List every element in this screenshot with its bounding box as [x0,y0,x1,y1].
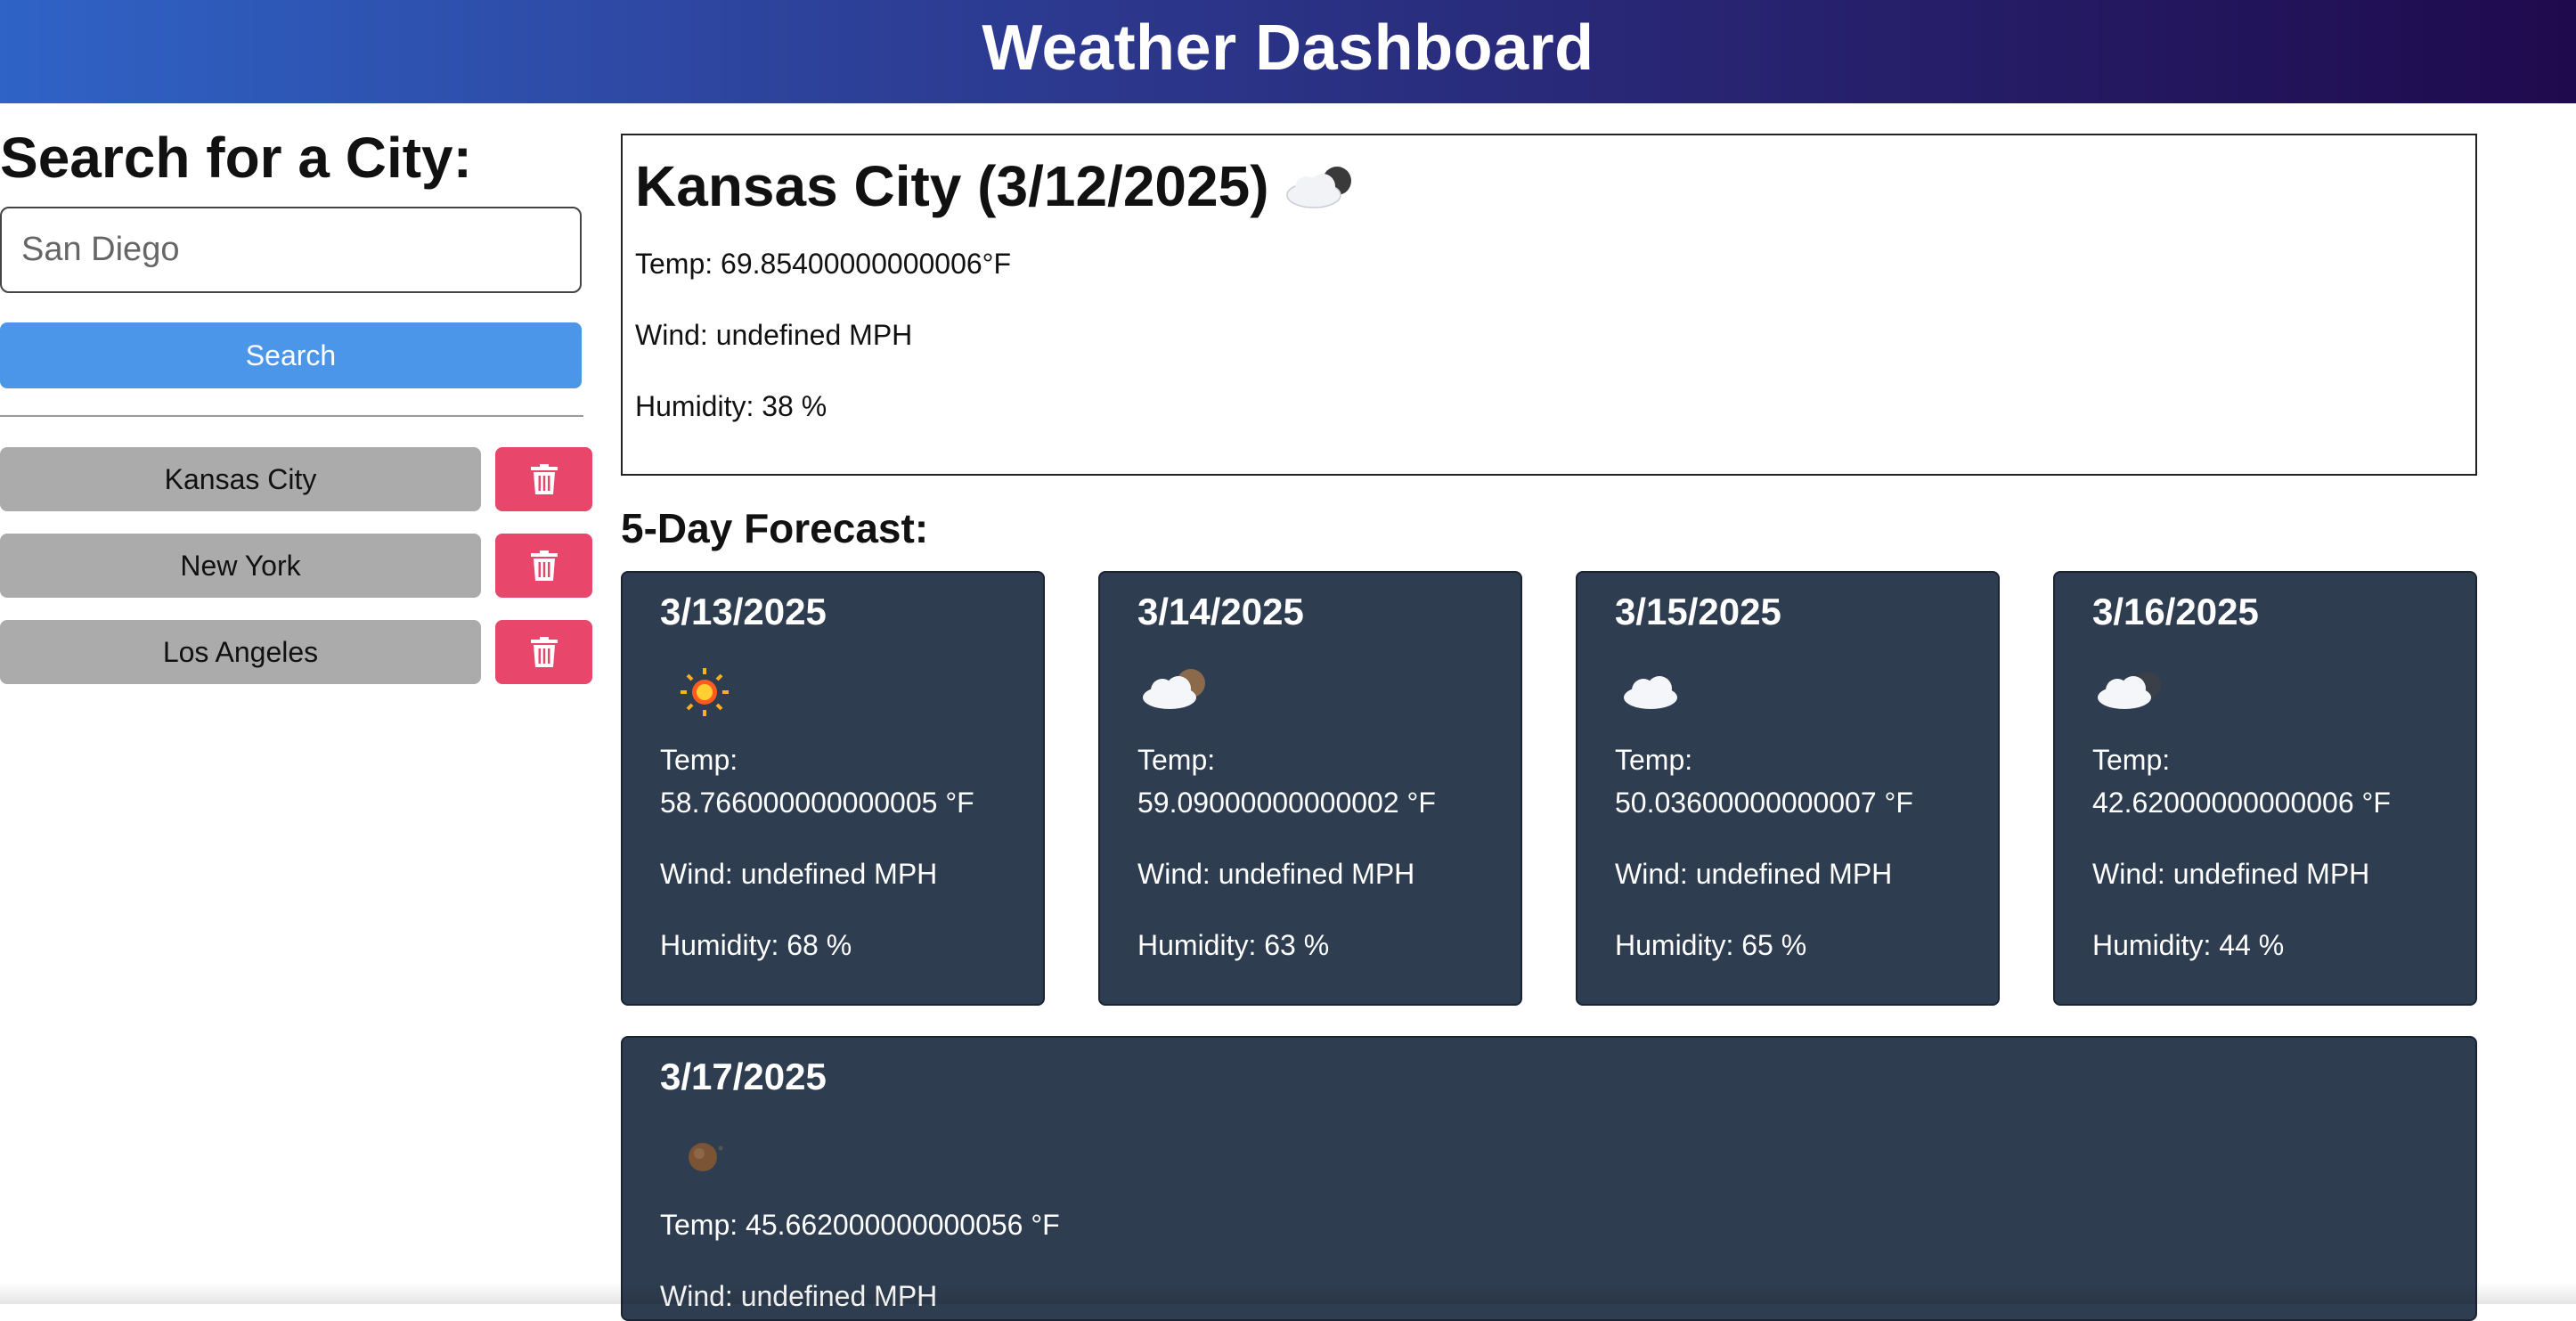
forecast-date: 3/17/2025 [660,1056,827,1097]
bottom-shadow [0,1283,2576,1304]
cloud-moon-icon [1285,167,1351,208]
divider [0,415,583,417]
forecast-humidity: Humidity: 68 % [660,929,852,961]
forecast-wind: Wind: undefined MPH [1137,858,1415,890]
trash-icon [530,637,558,667]
forecast-humidity: Humidity: 63 % [1137,929,1330,961]
forecast-temp-value: 50.03600000000007 °F [1615,787,1913,819]
forecast-date: 3/14/2025 [1137,591,1304,632]
current-weather-heading: Kansas City (3/12/2025) [635,153,1362,219]
current-weather-panel: Kansas City (3/12/2025) Temp: 69.8540000… [621,134,2477,476]
forecast-card: 3/16/2025 Temp: 42.62000000000006 °F Win… [2053,571,2477,1006]
forecast-humidity: Humidity: 44 % [2092,929,2285,961]
forecast-card: 3/17/2025 Temp: 45.662000000000056 °F Wi… [621,1036,2477,1321]
sun-icon [681,668,729,716]
search-heading: Search for a City: [0,126,472,190]
forecast-temp-value: 58.766000000000005 °F [660,787,974,819]
forecast-wind: Wind: undefined MPH [2092,858,2370,890]
current-temp: Temp: 69.85400000000006°F [635,248,1012,280]
cloud-moon-icon [1143,669,1205,709]
history-item-new-york[interactable]: New York [0,534,481,598]
current-humidity: Humidity: 38 % [635,390,827,422]
forecast-humidity: Humidity: 65 % [1615,929,1807,961]
forecast-temp-label: Temp: [1615,744,1693,776]
search-button[interactable]: Search [0,322,582,388]
forecast-date: 3/13/2025 [660,591,827,632]
cloud-night-icon [2098,672,2161,709]
page-header: Weather Dashboard [0,0,2576,103]
city-search-input[interactable] [0,207,582,293]
trash-icon [530,464,558,494]
forecast-temp-label: Temp: [660,744,738,776]
forecast-temp-label: Temp: [1137,744,1216,776]
forecast-heading: 5-Day Forecast: [621,505,929,551]
forecast-temp-label: Temp: [2092,744,2171,776]
current-city-date: Kansas City (3/12/2025) [635,154,1269,218]
forecast-date: 3/15/2025 [1615,591,1781,632]
page-title: Weather Dashboard [982,12,1594,84]
forecast-wind: Wind: undefined MPH [1615,858,1893,890]
history-item-kansas-city[interactable]: Kansas City [0,447,481,511]
forecast-temp-value: 59.09000000000002 °F [1137,787,1436,819]
forecast-wind: Wind: undefined MPH [660,858,938,890]
forecast-card: 3/15/2025 Temp: 50.03600000000007 °F Win… [1576,571,2000,1006]
forecast-temp-value: 42.62000000000006 °F [2092,787,2391,819]
forecast-date: 3/16/2025 [2092,591,2259,632]
moon-icon [689,1143,723,1171]
forecast-card: 3/13/2025 Temp: 58.766000000000005 °F Wi… [621,571,1045,1006]
delete-los-angeles-button[interactable] [495,620,592,684]
current-wind: Wind: undefined MPH [635,319,913,351]
trash-icon [530,550,558,581]
delete-new-york-button[interactable] [495,534,592,598]
cloud-icon [1624,676,1677,709]
delete-kansas-city-button[interactable] [495,447,592,511]
forecast-temp: Temp: 45.662000000000056 °F [660,1209,1060,1241]
history-item-los-angeles[interactable]: Los Angeles [0,620,481,684]
forecast-card: 3/14/2025 Temp: 59.09000000000002 °F Win… [1098,571,1522,1006]
